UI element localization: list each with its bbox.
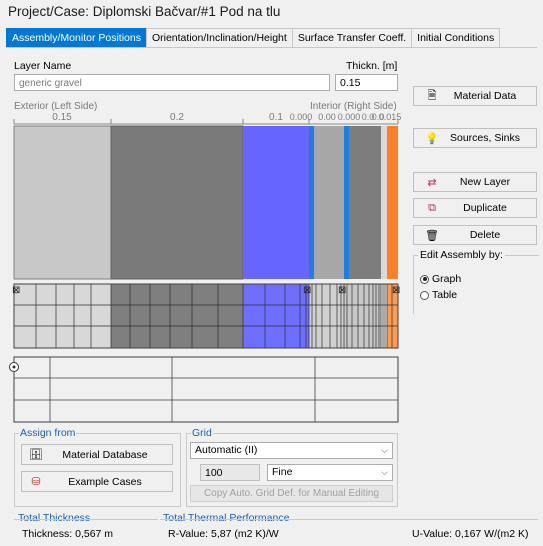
grid-mode-select[interactable]: Automatic (II) ⌵	[190, 442, 393, 459]
monitor-marker-icon: ⊠	[392, 285, 400, 296]
footer-divider-right	[160, 519, 538, 520]
layer-thin-1	[381, 126, 387, 279]
layer-gravel	[13, 125, 112, 280]
material-data-button[interactable]: 🗎 Material Data	[413, 86, 537, 106]
tick-0-015: 0.015	[379, 112, 402, 122]
total-thickness-title: Total Thickness	[18, 512, 91, 524]
monitor-marker-icon: ⊠	[338, 285, 346, 296]
tick-0-15: 0.15	[52, 112, 72, 123]
tick-0-00: 0.00	[318, 112, 336, 122]
sources-sinks-button[interactable]: 💡 Sources, Sinks	[413, 128, 537, 148]
edit-assembly-title: Edit Assembly by:	[418, 249, 505, 261]
layer-membrane-2	[344, 126, 349, 279]
grid-count-input[interactable]: 100	[200, 464, 260, 481]
example-cases-icon: ⛁	[31, 476, 41, 488]
radio-unselected-icon	[420, 290, 429, 300]
layer-concrete	[110, 125, 244, 280]
chevron-down-icon: ⌵	[381, 445, 388, 455]
example-cases-button[interactable]: ⛁ Example Cases	[21, 471, 173, 492]
layer-screed	[314, 126, 344, 279]
edit-assembly-group: Edit Assembly by: Graph Table	[413, 249, 539, 314]
monitor-marker-icon: ⊠	[12, 285, 20, 296]
grid-fineness-select[interactable]: Fine ⌵	[267, 464, 393, 481]
footer-divider-left	[14, 519, 158, 520]
graph-radio[interactable]: Graph	[420, 272, 461, 286]
tick-0-000-b: 0.000	[338, 112, 361, 122]
layer-membrane-1	[309, 126, 314, 279]
new-layer-icon: ⇄	[427, 176, 437, 189]
table-radio[interactable]: Table	[420, 288, 457, 302]
assembly-graph[interactable]: 0.15 0.2 0.1 0.000 0.00 0.000 0.0 0.0 0.…	[0, 0, 543, 440]
layer-floor-base	[349, 126, 381, 279]
radio-selected-icon	[420, 274, 429, 284]
grid-group: Grid Automatic (II) ⌵ 100 Fine ⌵ Copy Auto…	[186, 427, 398, 507]
profile-grid[interactable]	[9, 356, 399, 423]
copy-grid-button[interactable]: Copy Auto. Grid Def. for Manual Editing	[190, 485, 393, 502]
assign-from-group: Assign from 🗄 Material Database ⛁ Exampl…	[14, 427, 181, 507]
u-value: U-Value: 0,167 W/(m2 K)	[412, 528, 529, 540]
delete-button[interactable]: 🗑 Delete	[413, 225, 537, 245]
trash-icon: 🗑	[425, 229, 439, 242]
tick-0-000-a: 0.000	[290, 112, 313, 122]
new-layer-button[interactable]: ⇄ New Layer	[413, 172, 537, 192]
r-value: R-Value: 5,87 (m2 K)/W	[168, 528, 279, 540]
sources-sinks-icon: 💡	[425, 132, 439, 145]
tick-0-2: 0.2	[170, 112, 184, 123]
assign-from-title: Assign from	[19, 427, 77, 439]
grid-title: Grid	[191, 427, 213, 439]
tick-0-1: 0.1	[269, 112, 283, 123]
duplicate-button[interactable]: ⧉ Duplicate	[413, 198, 537, 218]
thickness-value: Thickness: 0,567 m	[22, 528, 114, 540]
layer-bars[interactable]	[13, 125, 398, 280]
thermal-title: Total Thermal Performance	[163, 512, 290, 524]
layer-finish	[387, 126, 398, 279]
document-icon: 🗎	[427, 89, 437, 102]
database-icon: 🗄	[29, 449, 43, 461]
thickness-ruler: 0.15 0.2 0.1 0.000 0.00 0.000 0.0 0.0 0.…	[13, 112, 402, 125]
layer-insulation	[243, 126, 309, 279]
material-database-button[interactable]: 🗄 Material Database	[21, 444, 173, 465]
chevron-down-icon: ⌵	[381, 467, 388, 477]
monitor-grid[interactable]: ⊠ ⊠ ⊠ ⊠	[12, 283, 400, 349]
monitor-marker-icon: ⊠	[303, 285, 311, 296]
duplicate-icon: ⧉	[428, 201, 436, 214]
